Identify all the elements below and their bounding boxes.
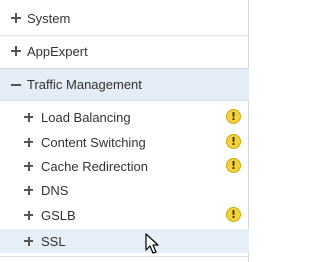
tree-subitem-label: Load Balancing: [41, 109, 131, 125]
warning-icon: !: [226, 134, 241, 149]
expand-plus-icon[interactable]: [24, 112, 33, 122]
tree-item-label: AppExpert: [27, 43, 88, 59]
tree-item-label: System: [27, 10, 71, 26]
mouse-pointer-icon: [145, 233, 159, 254]
tree-subitem-label: DNS: [41, 182, 69, 198]
expand-plus-icon[interactable]: [24, 210, 33, 220]
divider: [0, 256, 249, 257]
expand-plus-icon[interactable]: [24, 185, 33, 195]
tree-subitem-dns[interactable]: DNS: [0, 178, 249, 202]
tree-subitem-gslb[interactable]: GSLB !: [0, 203, 249, 227]
expand-plus-icon[interactable]: [24, 137, 33, 147]
tree-subitem-content-switching[interactable]: Content Switching !: [0, 130, 249, 154]
expand-plus-icon[interactable]: [24, 236, 33, 246]
expand-plus-icon[interactable]: [11, 46, 21, 56]
tree-subitem-label: SSL: [41, 233, 66, 249]
collapse-minus-icon[interactable]: [11, 80, 21, 90]
tree-item-traffic-management[interactable]: Traffic Management: [0, 68, 249, 101]
warning-icon: !: [226, 207, 241, 222]
tree-subitem-load-balancing[interactable]: Load Balancing !: [0, 105, 249, 129]
tree-item-label: Traffic Management: [27, 77, 142, 92]
navigation-tree: System AppExpert Traffic Management Load…: [0, 0, 249, 262]
tree-subitem-label: GSLB: [41, 207, 76, 223]
tree-item-system[interactable]: System: [0, 2, 249, 34]
tree-subitem-ssl[interactable]: SSL: [0, 229, 249, 253]
tree-subitem-label: Cache Redirection: [41, 158, 148, 174]
tree-subitem-label: Content Switching: [41, 134, 146, 150]
tree-subitem-cache-redirection[interactable]: Cache Redirection !: [0, 154, 249, 178]
expand-plus-icon[interactable]: [24, 161, 33, 171]
tree-item-appexpert[interactable]: AppExpert: [0, 35, 249, 67]
expand-plus-icon[interactable]: [11, 13, 21, 23]
warning-icon: !: [226, 109, 241, 124]
warning-icon: !: [226, 158, 241, 173]
